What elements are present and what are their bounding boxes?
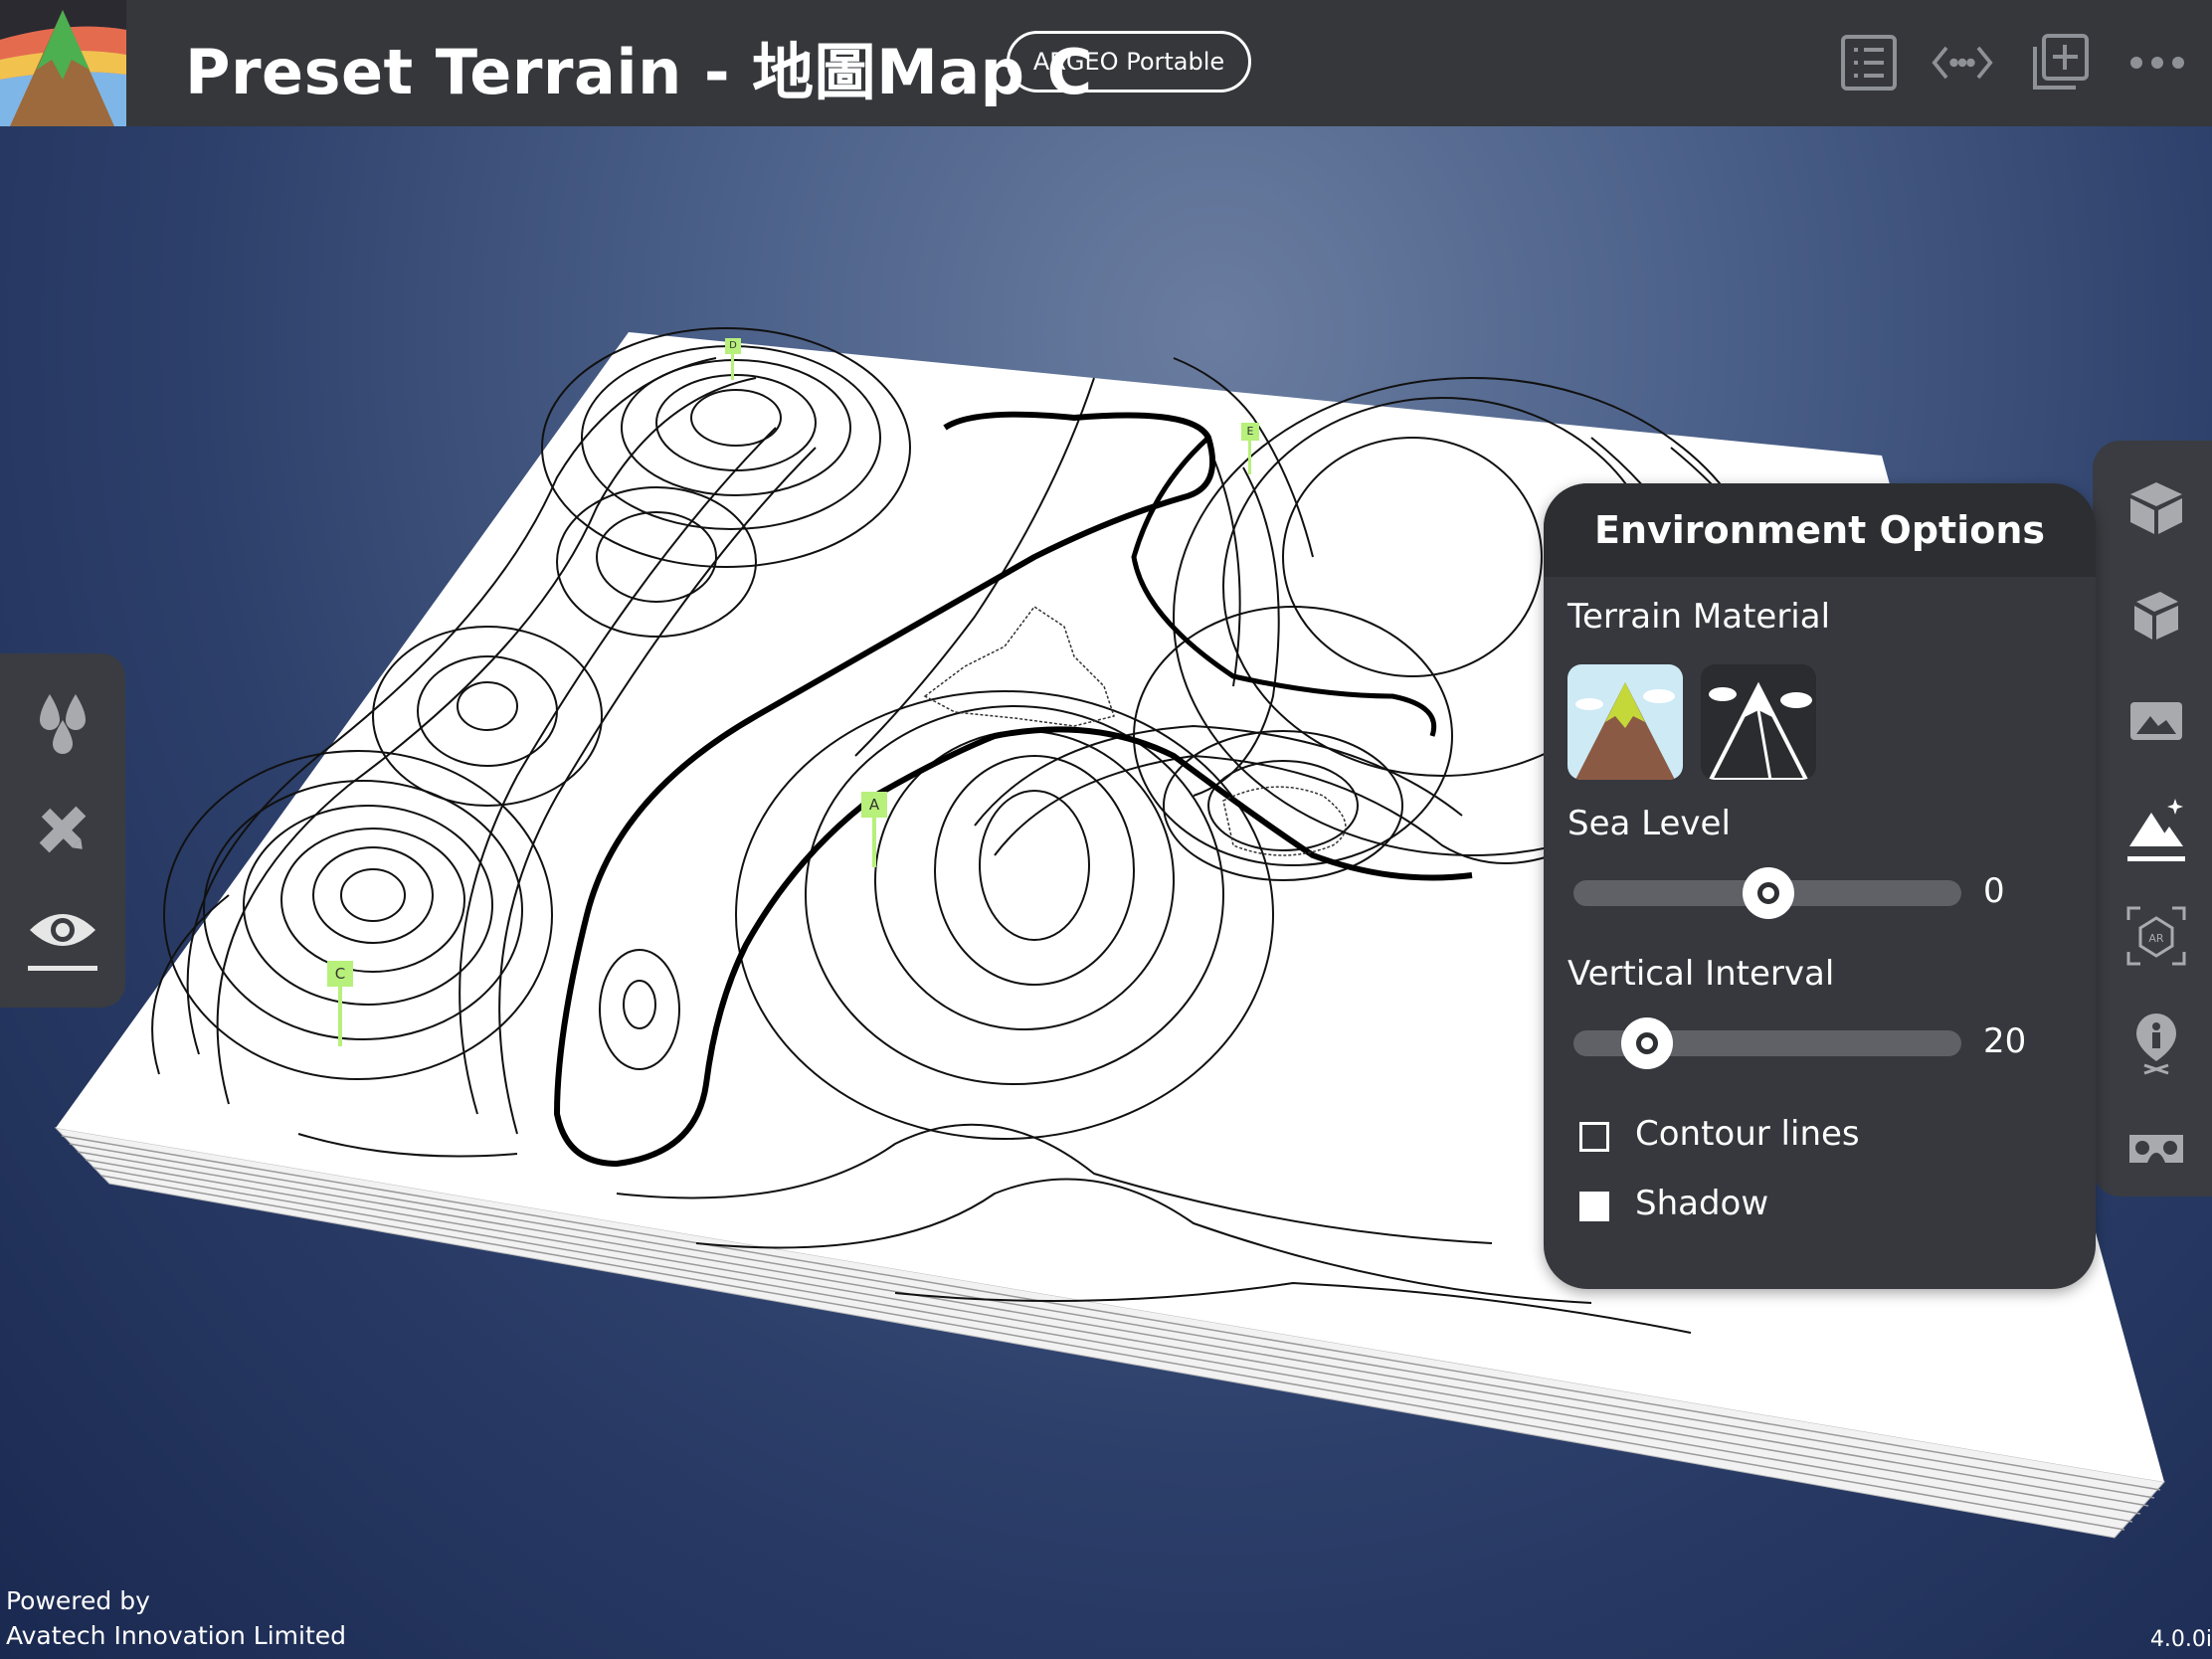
marker-c-label: C [327,961,353,987]
ruler-pencil-icon[interactable] [24,791,101,868]
vertical-interval-label: Vertical Interval [1567,954,1835,994]
vertical-interval-slider-knob[interactable] [1621,1017,1673,1069]
material-monochrome-icon[interactable] [1701,664,1816,780]
contour-lines-label: Contour lines [1635,1114,1860,1154]
left-toolbar [0,653,125,1008]
marker-d-label: D [725,338,741,354]
argeo-portable-badge[interactable]: ARGEO Portable [1007,31,1251,92]
shadow-label: Shadow [1635,1184,1769,1223]
list-icon[interactable] [1838,32,1900,93]
landscape-image-icon[interactable] [2119,683,2194,759]
code-icon[interactable] [1932,32,1993,93]
marker-e[interactable]: E [1241,423,1259,474]
page-title: Preset Terrain - 地圖Map C [185,36,1093,108]
box-side-icon[interactable] [2119,576,2194,651]
marker-a-label: A [861,792,887,818]
environment-options-title: Environment Options [1544,483,2096,577]
right-toolbar: AR [2093,441,2212,1197]
powered-by-text: Powered by [6,1586,150,1615]
shadow-checkbox[interactable] [1579,1192,1609,1221]
company-name: Avatech Innovation Limited [6,1621,347,1650]
marker-e-label: E [1241,423,1259,441]
marker-c[interactable]: C [327,961,353,1046]
marker-a[interactable]: A [861,792,887,867]
svg-text:AR: AR [2148,932,2164,945]
material-natural-icon[interactable] [1567,664,1683,780]
sea-level-value: 0 [1983,871,2005,911]
sea-level-slider-knob[interactable] [1743,867,1794,919]
terrain-sparkle-icon[interactable] [2119,791,2194,866]
more-icon[interactable] [2126,32,2188,93]
version-label: 4.0.0i [2149,1627,2212,1652]
top-bar: Preset Terrain - 地圖Map C ARGEO Portable [0,0,2212,126]
marker-d[interactable]: D [725,338,741,380]
environment-options-panel: Environment Options Terrain Material Sea… [1544,483,2096,1289]
vr-headset-icon[interactable] [2119,1113,2194,1189]
sea-level-label: Sea Level [1567,804,1731,843]
ar-icon[interactable]: AR [2119,898,2194,974]
powered-by-credit: Powered by Avatech Innovation Limited [6,1583,346,1653]
person-pin-icon[interactable] [2119,1006,2194,1081]
terrain-material-label: Terrain Material [1567,597,1831,637]
vertical-interval-value: 20 [1983,1021,2027,1061]
water-drop-icon[interactable] [24,683,101,761]
add-layer-icon[interactable] [2029,32,2091,93]
eye-icon[interactable] [24,898,101,976]
contour-lines-checkbox[interactable] [1579,1122,1609,1152]
box-top-icon[interactable] [2119,468,2194,544]
app-logo[interactable] [0,0,126,126]
